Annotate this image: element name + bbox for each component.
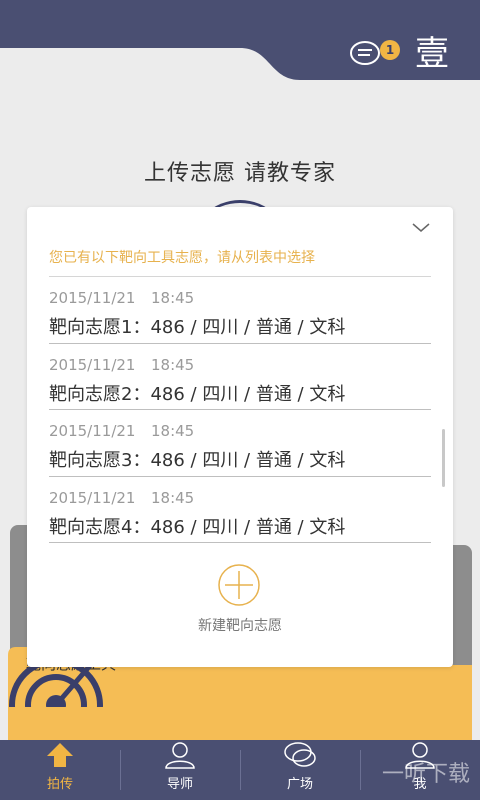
tab-upload[interactable]: 拍传 — [0, 740, 120, 800]
watermark: 一听下载 — [381, 762, 470, 787]
tab-mentor[interactable]: 导师 — [120, 740, 240, 800]
tab-label: 导师 — [166, 777, 193, 792]
list-item[interactable]: 2015/11/21 18:45 靶向志愿1：486 / 四川 / 普通 / 文… — [49, 277, 431, 344]
add-target-label[interactable]: 新建靶向志愿 — [27, 615, 453, 635]
chevron-down-icon[interactable] — [411, 221, 431, 235]
app-logo: 壹 — [415, 34, 449, 74]
item-date: 2015/11/21 — [49, 289, 136, 307]
tab-label: 广场 — [286, 777, 313, 792]
page-title: 上传志愿 请教专家 — [144, 161, 336, 186]
item-time: 18:45 — [151, 289, 195, 307]
tab-label: 拍传 — [46, 777, 73, 792]
app-header: 1 壹 — [0, 0, 480, 80]
chat-icon — [284, 742, 316, 767]
item-date: 2015/11/21 — [49, 355, 136, 374]
card-hint: 您已有以下靶向工具志愿，请从列表中选择 — [49, 250, 315, 266]
list-item[interactable]: 2015/11/21 18:45 靶向志愿3：486 / 四川 / 普通 / 文… — [49, 410, 431, 477]
target-list-card: 您已有以下靶向工具志愿，请从列表中选择 2015/11/21 18:45 靶向志… — [27, 207, 453, 667]
message-count-badge: 1 — [380, 40, 400, 60]
list-item[interactable]: 2015/11/21 18:45 靶向志愿2：486 / 四川 / 普通 / 文… — [49, 344, 431, 410]
target-list: 2015/11/21 18:45 靶向志愿1：486 / 四川 / 普通 / 文… — [49, 277, 431, 543]
tab-square[interactable]: 广场 — [240, 740, 360, 800]
item-time: 18:45 — [151, 355, 195, 374]
item-title: 靶向志愿2：486 / 四川 / 普通 / 文科 — [49, 383, 346, 405]
list-scrollbar[interactable] — [442, 429, 445, 487]
item-title: 靶向志愿4：486 / 四川 / 普通 / 文科 — [49, 516, 346, 538]
add-target-button[interactable] — [217, 563, 261, 607]
item-title: 靶向志愿1：486 / 四川 / 普通 / 文科 — [49, 317, 346, 338]
item-time: 18:45 — [151, 488, 195, 507]
item-date: 2015/11/21 — [49, 422, 136, 440]
header-background — [0, 0, 480, 80]
mentor-icon — [165, 742, 195, 769]
list-item[interactable]: 2015/11/21 18:45 靶向志愿4：486 / 四川 / 普通 / 文… — [49, 477, 431, 543]
item-title: 靶向志愿3：486 / 四川 / 普通 / 文科 — [49, 450, 346, 471]
item-time: 18:45 — [151, 422, 195, 440]
item-date: 2015/11/21 — [49, 488, 136, 507]
upload-icon — [47, 743, 73, 767]
